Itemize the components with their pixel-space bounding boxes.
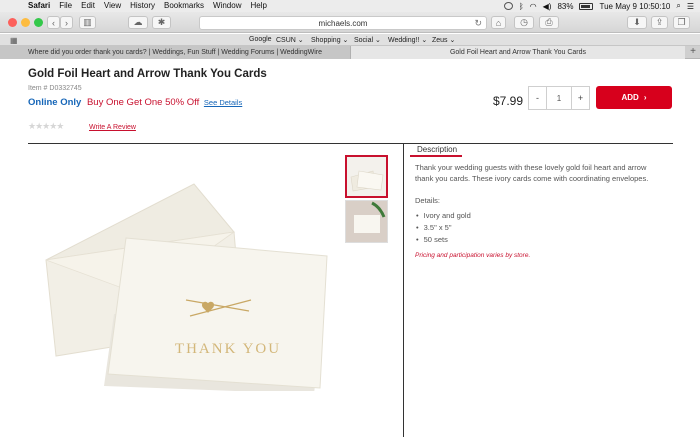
tab-description[interactable]: Description xyxy=(417,145,457,154)
volume-icon[interactable]: ◀) xyxy=(543,2,552,11)
bookmark-google[interactable]: Google xyxy=(249,36,272,43)
product-image[interactable]: THANK YOU xyxy=(44,176,334,391)
chevron-right-icon: › xyxy=(643,93,647,102)
item-number: Item # D0332745 xyxy=(28,85,82,92)
pricing-disclaimer: Pricing and participation varies by stor… xyxy=(415,252,531,259)
bookmark-zeus[interactable]: Zeus ⌄ xyxy=(432,36,455,44)
menu-view[interactable]: View xyxy=(104,0,121,12)
thumbnail-2[interactable] xyxy=(345,200,388,243)
bookmark-wedding[interactable]: Wedding!! ⌄ xyxy=(388,36,427,44)
back-button[interactable]: ‹ xyxy=(47,16,60,29)
bookmark-shopping[interactable]: Shopping ⌄ xyxy=(311,36,348,44)
tab-michaels[interactable]: Gold Foil Heart and Arrow Thank You Card… xyxy=(351,46,685,59)
section-divider xyxy=(28,143,403,144)
decrease-quantity-button[interactable]: - xyxy=(529,87,547,109)
tabs-icon: ❐ xyxy=(677,17,686,27)
price: $7.99 xyxy=(493,94,524,108)
list-item: Ivory and gold xyxy=(416,210,471,222)
promo-row: Online Only Buy One Get One 50% Off See … xyxy=(28,97,242,108)
top-sites-grid-icon[interactable]: ▦ xyxy=(10,36,18,45)
battery-percent: 83% xyxy=(557,1,574,11)
description-text: Thank your wedding guests with these lov… xyxy=(415,163,649,183)
add-to-cart-button[interactable]: ADD › xyxy=(596,86,672,109)
url-text: michaels.com xyxy=(318,18,368,28)
menu-file[interactable]: File xyxy=(59,0,72,12)
quantity-stepper: - 1 + xyxy=(528,86,590,110)
show-tabs-button[interactable]: ❐ xyxy=(673,16,690,29)
quantity-input[interactable]: 1 xyxy=(547,87,571,109)
online-only-label: Online Only xyxy=(28,97,82,108)
browser-toolbar: ‹ › ▥ ☁ ✱ michaels.com ↻ ⌂ ◷ ⎙ ⬇ ⇪ ❐ xyxy=(0,12,700,33)
download-icon: ⬇ xyxy=(633,17,641,27)
thumbnail-image xyxy=(350,170,384,192)
section-divider-right xyxy=(404,143,673,144)
spotlight-icon[interactable]: ⌕ xyxy=(676,1,680,11)
menu-history[interactable]: History xyxy=(130,0,155,12)
product-title: Gold Foil Heart and Arrow Thank You Card… xyxy=(28,68,267,80)
home-icon: ⌂ xyxy=(495,17,502,28)
menu-edit[interactable]: Edit xyxy=(81,0,95,12)
time-machine-icon[interactable] xyxy=(503,2,513,10)
home-button[interactable]: ⌂ xyxy=(491,16,506,29)
history-button[interactable]: ◷ xyxy=(514,16,534,29)
web-page: Gold Foil Heart and Arrow Thank You Card… xyxy=(0,59,700,437)
sidebar-icon: ▥ xyxy=(83,17,92,27)
clock-icon: ◷ xyxy=(520,17,528,27)
menu-bar: Safari File Edit View History Bookmarks … xyxy=(0,0,700,12)
details-list: Ivory and gold 3.5" x 5" 50 sets xyxy=(416,210,471,246)
card-thank-you-text: THANK YOU xyxy=(175,341,281,357)
zoom-window-button[interactable] xyxy=(34,18,43,27)
tab-title: Gold Foil Heart and Arrow Thank You Card… xyxy=(449,49,587,56)
clock[interactable]: Tue May 9 10:50:10 xyxy=(599,2,670,11)
share-button[interactable]: ⇪ xyxy=(651,16,668,29)
reload-icon[interactable]: ↻ xyxy=(474,18,482,29)
downloads-button[interactable]: ⬇ xyxy=(627,16,647,29)
bookmark-csun[interactable]: CSUN ⌄ xyxy=(276,36,304,44)
minimize-window-button[interactable] xyxy=(21,18,30,27)
battery-icon[interactable] xyxy=(579,2,594,10)
add-label: ADD xyxy=(621,93,639,102)
menu-help[interactable]: Help xyxy=(250,0,266,12)
column-divider xyxy=(403,143,404,437)
bookmarks-bar: ▦ Google CSUN ⌄ Shopping ⌄ Social ⌄ Wedd… xyxy=(0,34,700,46)
tab-weddingwire[interactable]: Where did you order thank you cards? | W… xyxy=(0,46,351,59)
menu-window[interactable]: Window xyxy=(213,0,241,12)
menu-safari[interactable]: Safari xyxy=(28,0,50,12)
active-tab-underline xyxy=(410,155,462,157)
new-tab-plus-icon[interactable]: + xyxy=(690,46,696,57)
tab-title: Where did you order thank you cards? | W… xyxy=(27,49,323,56)
icloud-tabs-button[interactable]: ☁ xyxy=(128,16,148,29)
promo-text: Buy One Get One 50% Off xyxy=(86,97,200,108)
bookmark-social[interactable]: Social ⌄ xyxy=(354,36,381,44)
rating-stars: ★★★★★ xyxy=(28,121,64,131)
see-details-link[interactable]: See Details xyxy=(204,98,242,107)
details-label: Details: xyxy=(415,196,441,205)
printer-icon: ⎙ xyxy=(545,17,553,27)
chevron-right-icon: › xyxy=(65,17,68,28)
forward-button[interactable]: › xyxy=(60,16,73,29)
wifi-icon[interactable]: ◠ xyxy=(530,2,537,11)
print-button[interactable]: ⎙ xyxy=(539,16,559,29)
notification-center-icon[interactable]: ☰ xyxy=(687,2,694,11)
shared-links-button[interactable]: ✱ xyxy=(152,16,171,29)
close-window-button[interactable] xyxy=(8,18,17,27)
thumbnail-image xyxy=(346,201,387,242)
share-icon: ⇪ xyxy=(655,17,664,27)
menu-bookmarks[interactable]: Bookmarks xyxy=(164,0,204,12)
write-review-link[interactable]: Write A Review xyxy=(89,124,136,131)
list-item: 3.5" x 5" xyxy=(416,222,471,234)
tab-bar: Where did you order thank you cards? | W… xyxy=(0,46,700,59)
thumbnail-1[interactable] xyxy=(345,155,388,198)
increase-quantity-button[interactable]: + xyxy=(571,87,589,109)
cloud-icon: ☁ xyxy=(133,17,143,27)
list-item: 50 sets xyxy=(416,234,471,246)
star-icon: ✱ xyxy=(157,17,166,27)
address-bar[interactable]: michaels.com ↻ xyxy=(199,16,487,30)
bluetooth-icon[interactable]: ᛒ xyxy=(519,2,524,11)
chevron-left-icon: ‹ xyxy=(52,17,55,28)
sidebar-button[interactable]: ▥ xyxy=(79,16,96,29)
